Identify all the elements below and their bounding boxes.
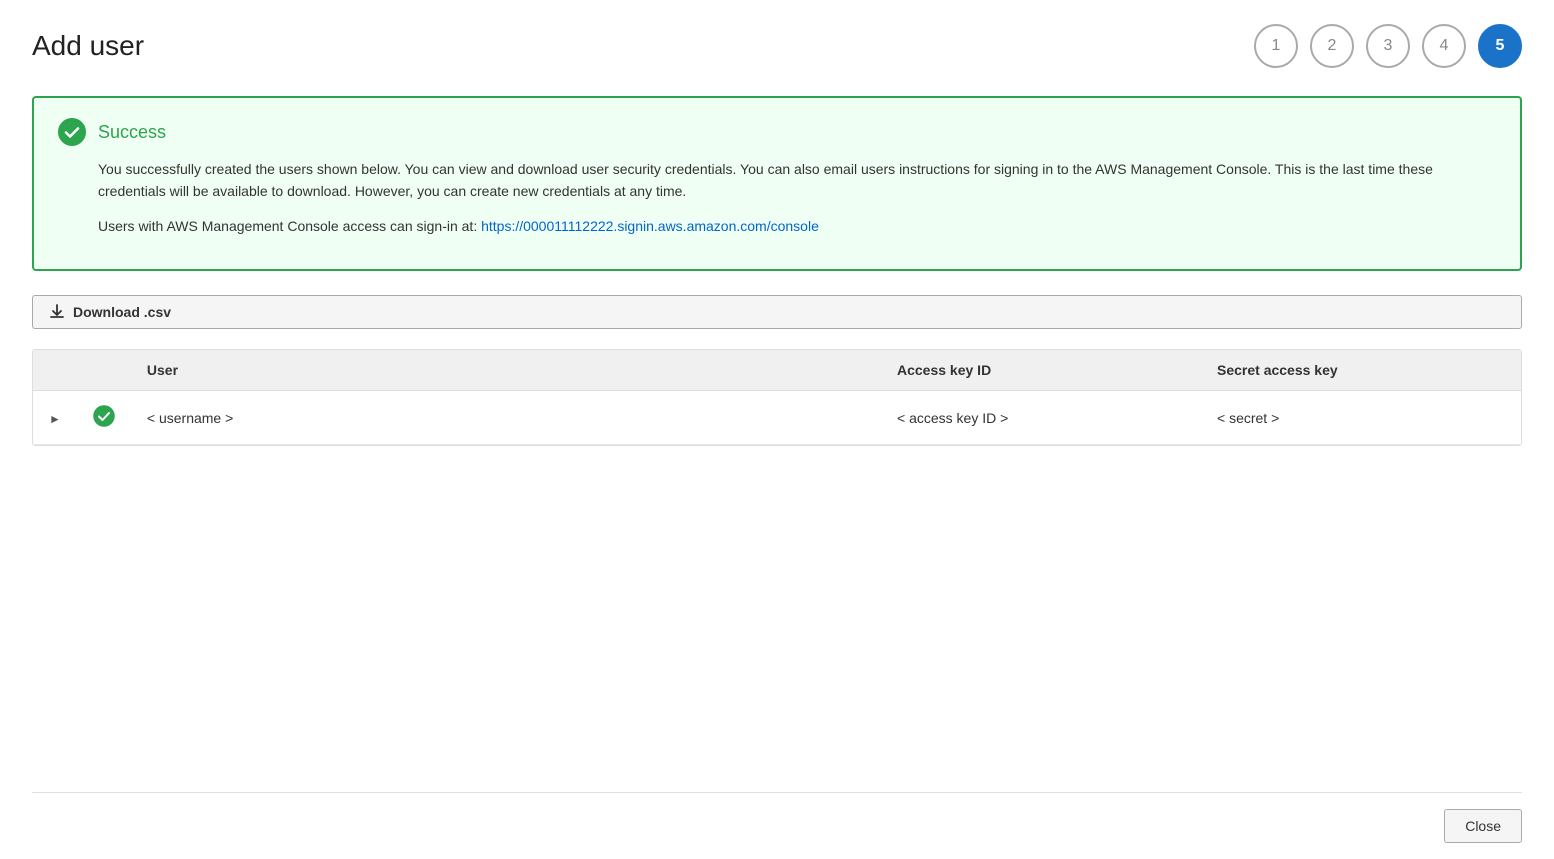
- access-key-cell: < access key ID >: [881, 391, 1201, 445]
- step-3: 3: [1366, 24, 1410, 68]
- download-csv-button[interactable]: Download .csv: [32, 295, 1522, 329]
- expand-cell: ►: [33, 391, 77, 445]
- col-status-header: [77, 350, 131, 391]
- step-2: 2: [1310, 24, 1354, 68]
- row-success-icon: [93, 405, 115, 427]
- table-header-row: User Access key ID Secret access key: [33, 350, 1521, 391]
- table-row: ► < username > < access key ID > < secre…: [33, 391, 1521, 445]
- status-cell: [77, 391, 131, 445]
- footer-bar: Close: [32, 792, 1522, 859]
- col-user-header: User: [131, 350, 881, 391]
- page-title: Add user: [32, 30, 144, 62]
- console-link[interactable]: https://000011112222.signin.aws.amazon.c…: [481, 218, 819, 234]
- success-icon: [58, 118, 86, 146]
- step-4: 4: [1422, 24, 1466, 68]
- step-1: 1: [1254, 24, 1298, 68]
- page-header: Add user 1 2 3 4 5: [32, 24, 1522, 68]
- col-secret-key-header: Secret access key: [1201, 350, 1521, 391]
- username-cell: < username >: [131, 391, 881, 445]
- step-indicators: 1 2 3 4 5: [1254, 24, 1522, 68]
- success-body: You successfully created the users shown…: [98, 158, 1496, 237]
- expand-arrow-icon[interactable]: ►: [49, 412, 61, 426]
- success-header: Success: [58, 118, 1496, 146]
- success-banner: Success You successfully created the use…: [32, 96, 1522, 271]
- users-table: User Access key ID Secret access key ►: [32, 349, 1522, 446]
- success-body-line1: You successfully created the users shown…: [98, 158, 1496, 203]
- col-expand-header: [33, 350, 77, 391]
- success-body-line2: Users with AWS Management Console access…: [98, 215, 1496, 237]
- success-title: Success: [98, 122, 166, 143]
- step-5: 5: [1478, 24, 1522, 68]
- close-button[interactable]: Close: [1444, 809, 1522, 843]
- col-access-key-header: Access key ID: [881, 350, 1201, 391]
- download-icon: [49, 304, 65, 320]
- secret-key-cell: < secret >: [1201, 391, 1521, 445]
